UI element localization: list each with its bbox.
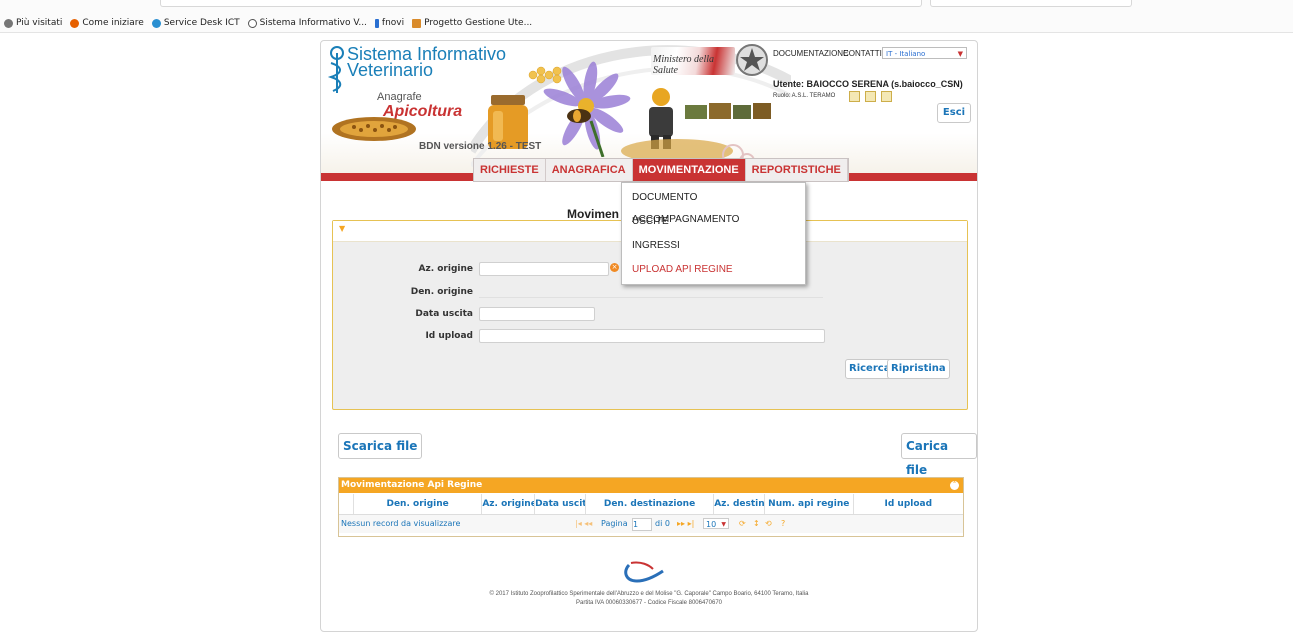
grid-toggle-icon[interactable]: ˄ [950,481,959,490]
footer-copyright: © 2017 Istituto Zooprofilattico Sperimen… [489,591,809,597]
id-upload-label: Id upload [425,331,473,341]
bookmark-sistema-informativo[interactable]: Sistema Informativo V... [247,18,367,28]
grid-caption: Movimentazione Api Regine ˄ [339,478,963,493]
app-subtitle: Veterinario [347,60,434,80]
column-id-upload[interactable]: Id upload [854,494,963,514]
download-file-button[interactable]: Scarica file [338,433,423,459]
menu-item-richieste[interactable]: RICHIESTE [474,159,546,181]
clear-icon[interactable]: × [610,263,619,272]
version-label: BDN versione 1.26 - TEST [419,141,542,152]
az-origine-label: Az. origine [418,264,473,274]
globe-icon [247,18,257,28]
page-input[interactable]: 1 [632,518,652,531]
den-origine-label: Den. origine [410,287,473,297]
grid-caption-text: Movimentazione Api Regine [341,480,483,490]
movimentazione-dropdown: DOCUMENTO ACCOMPAGNAMENTO USCITE INGRESS… [621,182,806,285]
italian-emblem-icon [736,44,768,76]
footer-tax-info: Partita IVA 00060330677 - Codice Fiscale… [576,600,722,606]
browser-bookmarks-bar: Più visitati Come iniziare Service Desk … [0,0,1293,33]
bookmark-label: Service Desk ICT [163,18,240,28]
rows-per-page-value: 10 [706,520,717,529]
next-page-icon[interactable]: ▸▸ ▸| [677,515,694,533]
bookmark-getting-started[interactable]: Come iniziare [70,18,144,28]
dropdown-item-ingressi[interactable]: INGRESSI [622,235,805,259]
bookmark-label: fnovi [381,18,405,28]
ministry-logo: Ministero della Salute [651,47,735,76]
reload-icon[interactable]: ⟲ [765,515,772,533]
data-uscita-label: Data uscita [415,309,473,319]
page-label: Pagina [601,519,628,528]
main-menu: RICHIESTE ANAGRAFICA MOVIMENTAZIONE REPO… [473,158,849,182]
documentation-link[interactable]: DOCUMENTAZIONE [773,49,848,58]
grid-header-spacer [339,494,354,514]
chevron-down-icon: ▼ [957,50,963,58]
filter-icon[interactable]: ↕ [753,515,760,533]
az-origine-input[interactable] [479,262,609,276]
back-icon[interactable] [881,91,892,102]
header-banner: Sistema Informativo Veterinario Anagrafe… [321,41,977,173]
rows-per-page-select[interactable]: 10 ▼ [703,518,729,529]
page-container: Sistema Informativo Veterinario Anagrafe… [320,40,978,632]
page-title: Movimen [567,207,620,221]
language-select[interactable]: IT - Italiano ▼ [882,47,967,59]
menu-item-anagrafica[interactable]: ANAGRAFICA [546,159,633,181]
grid-pager: Nessun record da visualizzare |◂ ◂◂ Pagi… [339,515,963,533]
bookmark-label: Come iniziare [82,18,144,28]
den-origine-field [479,297,823,298]
empty-records-label: Nessun record da visualizzare [341,519,461,528]
refresh-icon[interactable]: ⟳ [739,515,746,533]
dropdown-item-upload-api-regine[interactable]: UPLOAD API REGINE [622,259,805,283]
izs-logo-icon [624,561,664,583]
bookmark-fnovi[interactable]: fnovi [374,18,405,28]
dropdown-item-documento[interactable]: DOCUMENTO ACCOMPAGNAMENTO [622,187,805,225]
help-icon[interactable]: ? [781,515,785,533]
fnovi-icon [374,18,379,28]
column-data-uscita[interactable]: Data uscita [535,494,586,514]
honeycomb-image [332,117,416,141]
first-page-icon[interactable]: |◂ ◂◂ [575,515,592,533]
collapse-icon[interactable]: ▼ [339,224,345,233]
menu-item-reportistiche[interactable]: REPORTISTICHE [746,159,848,181]
browser-search-bar[interactable] [930,0,1132,7]
address-bar[interactable] [160,0,922,7]
logout-button[interactable]: Esci [937,103,971,123]
reset-button[interactable]: Ripristina [887,359,950,379]
language-value: IT - Italiano [886,50,926,58]
firefox-icon [70,18,80,28]
bookmark-label: Sistema Informativo V... [259,18,367,28]
expand-icon[interactable] [865,91,876,102]
beehives-image [685,103,771,119]
upload-file-button[interactable]: Carica file [901,433,977,477]
contacts-link[interactable]: CONTATTI [843,49,882,58]
column-den-destinazione[interactable]: Den. destinazione [586,494,715,514]
ministry-name: Ministero della Salute [653,54,715,76]
service-desk-icon [151,18,161,28]
page-total: di 0 [655,519,670,528]
chevron-down-icon: ▼ [721,521,726,528]
bookmark-label: Più visitati [16,18,63,28]
user-icon[interactable] [849,91,860,102]
bookmark-label: Progetto Gestione Ute... [424,18,533,28]
column-den-origine[interactable]: Den. origine [354,494,483,514]
data-uscita-input[interactable] [479,307,595,321]
registry-label: Anagrafe [377,91,422,103]
user-info: Utente: BAIOCCO SERENA (s.baiocco_CSN) [773,79,963,89]
hexagon-pattern [528,66,562,84]
project-icon [412,18,422,28]
caduceus-icon [327,46,344,93]
column-az-origine[interactable]: Az. origine [482,494,536,514]
column-num-api-regine[interactable]: Num. api regine [765,494,854,514]
column-az-destina[interactable]: Az. destina [714,494,765,514]
results-grid: Movimentazione Api Regine ˄ Den. origine… [338,477,964,537]
bookmark-service-desk[interactable]: Service Desk ICT [151,18,240,28]
role-info: Ruolo: A.S.L. TERAMO [773,93,836,99]
bookmark-most-visited[interactable]: Più visitati [4,18,62,28]
id-upload-input[interactable] [479,329,825,343]
bookmark-progetto-gestione[interactable]: Progetto Gestione Ute... [412,18,532,28]
menu-item-movimentazione[interactable]: MOVIMENTAZIONE [632,159,746,181]
gear-icon [4,18,13,28]
grid-header-row: Den. origine Az. origine Data uscita Den… [339,494,963,515]
